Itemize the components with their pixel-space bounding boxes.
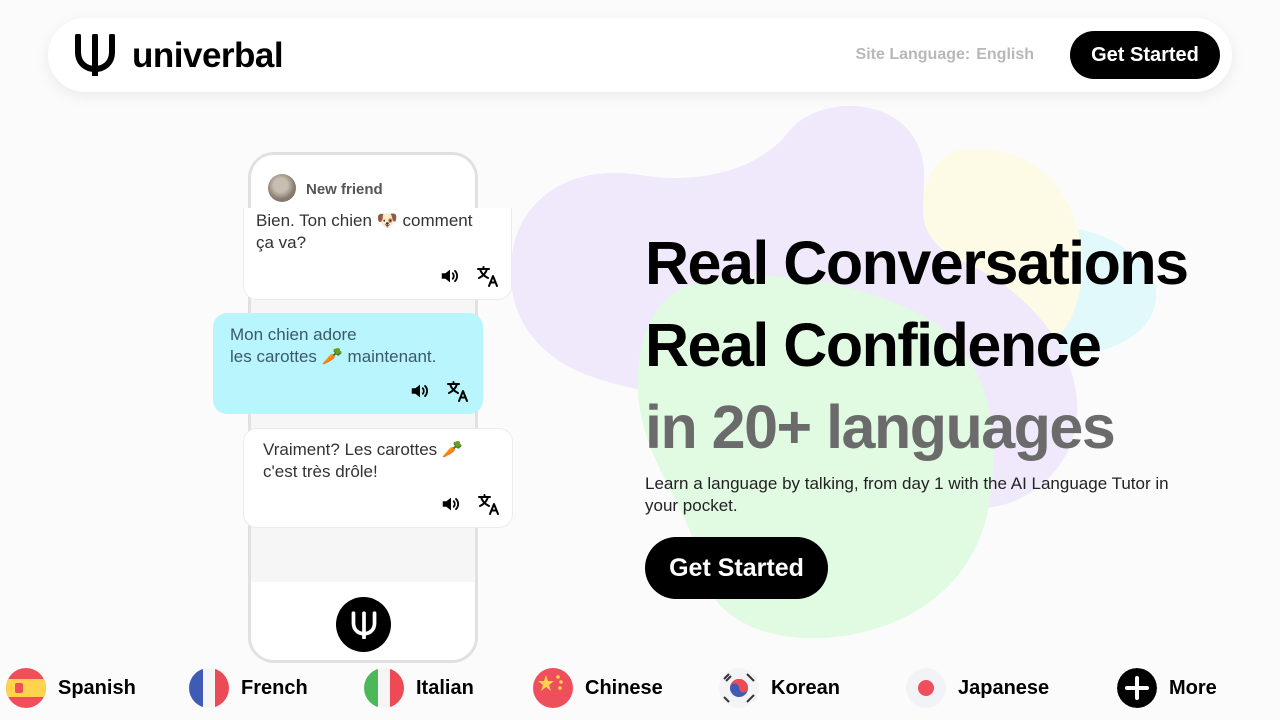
language-item-japanese[interactable]: Japanese [906,668,1049,708]
univerbal-logo-icon [75,34,115,76]
message-line: Vraiment? Les carottes 🥕 [263,440,464,459]
translate-icon[interactable] [475,263,501,289]
language-item-chinese[interactable]: Chinese [533,668,663,708]
language-label: Korean [771,676,840,699]
translate-icon[interactable] [445,378,471,404]
korea-flag-icon [719,668,759,708]
message-line: ça va? [256,233,307,252]
contact-name: New friend [306,181,383,198]
hero-get-started-button[interactable]: Get Started [645,537,828,599]
speaker-icon[interactable] [407,378,433,404]
brand-logo[interactable]: univerbal [74,34,284,76]
language-label: Chinese [585,676,663,699]
hero-heading: Real Conversations Real Confidence in 20… [645,222,1189,468]
speaker-icon[interactable] [437,263,463,289]
translate-icon[interactable] [476,491,502,517]
site-language-label: Site Language: [855,46,971,63]
language-item-korean[interactable]: Korean [719,668,840,708]
hero-line-2: Real Confidence [645,311,1102,379]
microphone-icon [351,610,376,639]
italy-flag-icon [364,668,404,708]
china-flag-icon [533,668,573,708]
top-navbar: univerbal Site Language: English Get Star… [48,18,1232,92]
france-flag-icon [189,668,229,708]
language-label: Japanese [958,676,1050,699]
site-language-selector[interactable]: Site Language: English [856,46,1034,64]
site-language-value: English [976,46,1034,63]
chat-message-friend: Vraiment? Les carottes 🥕 c'est très drôl… [243,428,513,528]
message-line: les carottes 🥕 maintenant. [230,347,437,366]
avatar [268,174,296,202]
language-label: Italian [416,676,474,699]
chat-message-user: Mon chien adore les carottes 🥕 maintenan… [213,313,483,414]
speaker-icon[interactable] [438,491,464,517]
message-line: Mon chien adore [230,325,357,344]
language-item-spanish[interactable]: Spanish [6,668,136,708]
brand-name: univerbal [132,35,284,75]
microphone-button[interactable] [336,597,391,652]
spain-flag-icon [6,668,46,708]
hero-line-1: Real Conversations [645,229,1189,297]
chat-message-friend: Bien. Ton chien 🐶 comment ça va? [243,208,512,300]
language-item-italian[interactable]: Italian [364,668,474,708]
message-line: c'est très drôle! [263,462,378,481]
language-label: Spanish [58,676,136,699]
message-line: Bien. Ton chien 🐶 comment [256,211,473,230]
header-get-started-button[interactable]: Get Started [1070,31,1220,79]
language-label: French [241,676,308,699]
language-label: More [1169,676,1217,699]
language-item-more[interactable]: More [1117,668,1217,708]
hero-subtitle: Learn a language by talking, from day 1 … [645,474,1169,515]
language-item-french[interactable]: French [189,668,308,708]
japan-flag-icon [906,668,946,708]
hero-line-3: in 20+ languages [645,393,1116,461]
plus-icon [1117,668,1157,708]
